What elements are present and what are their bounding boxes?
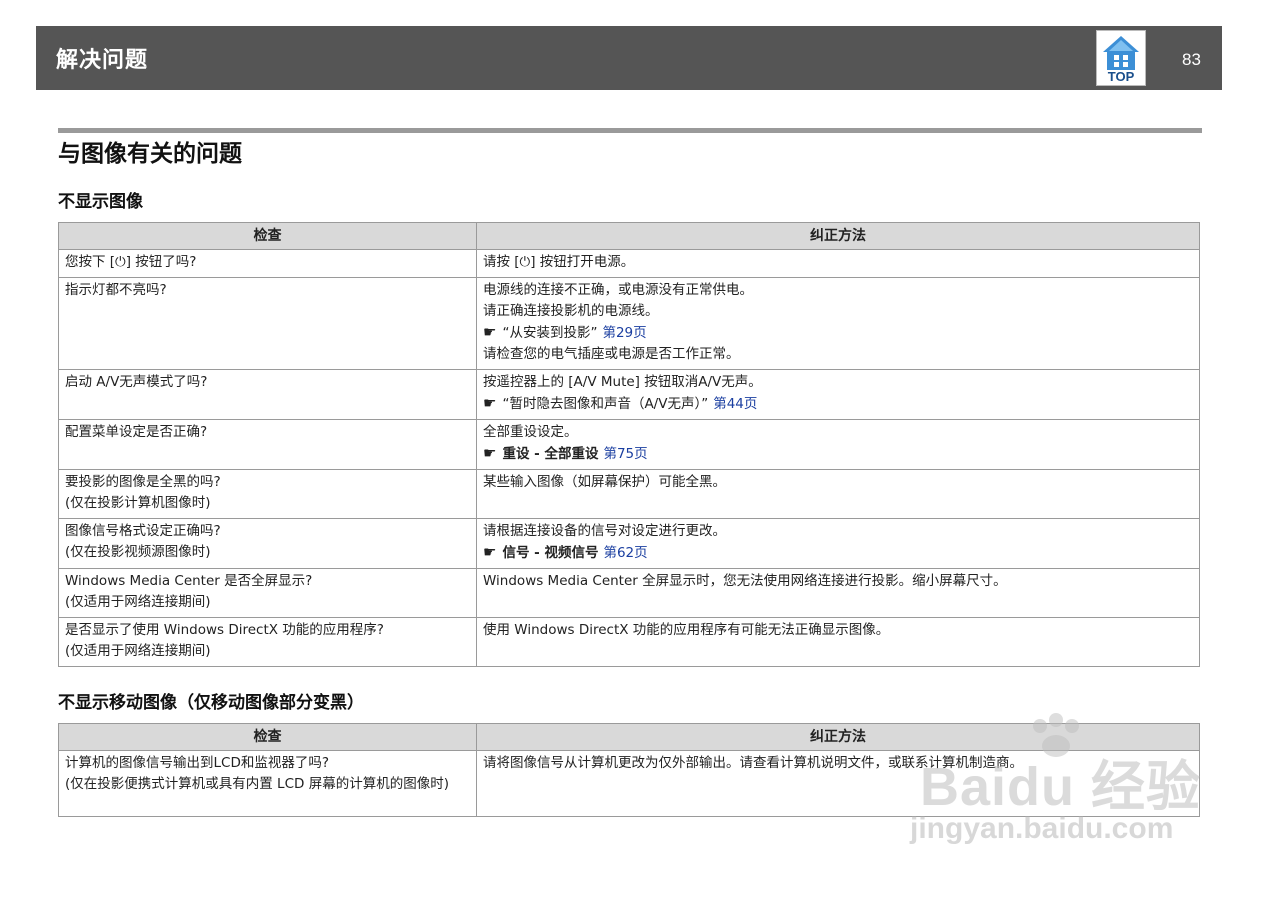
check-cell: 计算机的图像信号输出到LCD和监视器了吗? (仅在投影便携式计算机或具有内置 L… (58, 750, 477, 817)
table-row: 启动 A/V无声模式了吗? 按遥控器上的 [A/V Mute] 按钮取消A/V无… (58, 369, 1200, 420)
fix-cell: Windows Media Center 全屏显示时，您无法使用网络连接进行投影… (476, 568, 1200, 618)
page-link[interactable]: 第75页 (603, 446, 647, 462)
fix-cell: 电源线的连接不正确，或电源没有正常供电。 请正确连接投影机的电源线。 ☛ “从安装… (476, 277, 1200, 370)
check-cell: 配置菜单设定是否正确? (58, 419, 477, 470)
table-row: 指示灯都不亮吗? 电源线的连接不正确，或电源没有正常供电。 请正确连接投影机的电… (58, 277, 1200, 370)
troubleshoot-table-no-moving-image: 检查 纠正方法 计算机的图像信号输出到LCD和监视器了吗? (仅在投影便携式计算… (58, 723, 1200, 817)
check-text: 要投影的图像是全黑的吗? (65, 474, 221, 490)
check-text: 启动 A/V无声模式了吗? (65, 374, 208, 390)
check-note: (仅在投影视频源图像时) (65, 544, 211, 560)
page-link[interactable]: 第44页 (713, 396, 757, 412)
top-label: TOP (1107, 69, 1135, 84)
page-header: 解决问题 TOP 83 (36, 26, 1222, 90)
check-cell: 启动 A/V无声模式了吗? (58, 369, 477, 420)
check-note: (仅在投影计算机图像时) (65, 495, 211, 511)
check-text: 您按下 [⏻] 按钮了吗? (65, 254, 197, 270)
fix-text: 请将图像信号从计算机更改为仅外部输出。请查看计算机说明文件，或联系计算机制造商。 (483, 755, 1023, 771)
watermark-url: jingyan.baidu.com (910, 812, 1174, 845)
reference-text: 重设 - 全部重设 (502, 446, 599, 462)
reference-text: “从安装到投影” (502, 325, 598, 341)
column-header-check: 检查 (58, 723, 477, 751)
page-link[interactable]: 第62页 (603, 545, 647, 561)
reference-text: “暂时隐去图像和声音（A/V无声）” (502, 396, 709, 412)
fix-cell: 请根据连接设备的信号对设定进行更改。 ☛ 信号 - 视频信号 第62页 (476, 518, 1200, 569)
fix-text: 请按 [⏻] 按钮打开电源。 (483, 254, 635, 270)
table-header-row: 检查 纠正方法 (58, 723, 1200, 751)
check-text: 指示灯都不亮吗? (65, 282, 167, 298)
table-row: 要投影的图像是全黑的吗? (仅在投影计算机图像时) 某些输入图像（如屏幕保护）可… (58, 469, 1200, 519)
table-row: 配置菜单设定是否正确? 全部重设设定。 ☛ 重设 - 全部重设 第75页 (58, 419, 1200, 470)
check-text: 图像信号格式设定正确吗? (65, 523, 221, 539)
check-text: 计算机的图像信号输出到LCD和监视器了吗? (65, 755, 330, 771)
fix-text: 请检查您的电气插座或电源是否工作正常。 (483, 346, 740, 362)
column-header-fix: 纠正方法 (476, 222, 1200, 250)
check-note: (仅适用于网络连接期间) (65, 643, 211, 659)
reference-text: 信号 - 视频信号 (502, 545, 599, 561)
pointing-hand-icon: ☛ (483, 394, 497, 412)
fix-text: 按遥控器上的 [A/V Mute] 按钮取消A/V无声。 (483, 374, 762, 390)
fix-text: Windows Media Center 全屏显示时，您无法使用网络连接进行投影… (483, 573, 1007, 589)
fix-cell: 使用 Windows DirectX 功能的应用程序有可能无法正确显示图像。 (476, 617, 1200, 667)
page-number: 83 (1182, 50, 1201, 69)
check-cell: 是否显示了使用 Windows DirectX 功能的应用程序? (仅适用于网络… (58, 617, 477, 667)
pointing-hand-icon: ☛ (483, 444, 497, 462)
page-link[interactable]: 第29页 (602, 325, 646, 341)
check-note: (仅适用于网络连接期间) (65, 594, 211, 610)
check-note: (仅在投影便携式计算机或具有内置 LCD 屏幕的计算机的图像时) (65, 776, 449, 792)
subheading-no-moving-image: 不显示移动图像（仅移动图像部分变黑） (58, 693, 364, 713)
section-rule (58, 128, 1202, 133)
column-header-check: 检查 (58, 222, 477, 250)
fix-text: 电源线的连接不正确，或电源没有正常供电。 (483, 282, 753, 298)
fix-cell: 请将图像信号从计算机更改为仅外部输出。请查看计算机说明文件，或联系计算机制造商。 (476, 750, 1200, 817)
table-row: 是否显示了使用 Windows DirectX 功能的应用程序? (仅适用于网络… (58, 617, 1200, 667)
troubleshoot-table-no-image: 检查 纠正方法 您按下 [⏻] 按钮了吗? 请按 [⏻] 按钮打开电源。 指示灯… (58, 222, 1200, 667)
chapter-title: 解决问题 (56, 48, 149, 73)
check-cell: 您按下 [⏻] 按钮了吗? (58, 249, 477, 278)
table-row: 您按下 [⏻] 按钮了吗? 请按 [⏻] 按钮打开电源。 (58, 249, 1200, 278)
fix-text: 请正确连接投影机的电源线。 (483, 303, 659, 319)
check-cell: Windows Media Center 是否全屏显示? (仅适用于网络连接期间… (58, 568, 477, 618)
fix-text: 全部重设设定。 (483, 424, 578, 440)
table-row: 图像信号格式设定正确吗? (仅在投影视频源图像时) 请根据连接设备的信号对设定进… (58, 518, 1200, 569)
fix-cell: 按遥控器上的 [A/V Mute] 按钮取消A/V无声。 ☛ “暂时隐去图像和声音… (476, 369, 1200, 420)
fix-cell: 全部重设设定。 ☛ 重设 - 全部重设 第75页 (476, 419, 1200, 470)
fix-text: 使用 Windows DirectX 功能的应用程序有可能无法正确显示图像。 (483, 622, 890, 638)
fix-text: 某些输入图像（如屏幕保护）可能全黑。 (483, 474, 726, 490)
section-title: 与图像有关的问题 (58, 141, 242, 167)
check-cell: 要投影的图像是全黑的吗? (仅在投影计算机图像时) (58, 469, 477, 519)
cross-reference: ☛ 重设 - 全部重设 第75页 (483, 443, 1193, 465)
fix-cell: 某些输入图像（如屏幕保护）可能全黑。 (476, 469, 1200, 519)
table-row: Windows Media Center 是否全屏显示? (仅适用于网络连接期间… (58, 568, 1200, 618)
table-row: 计算机的图像信号输出到LCD和监视器了吗? (仅在投影便携式计算机或具有内置 L… (58, 750, 1200, 817)
cross-reference: ☛ “暂时隐去图像和声音（A/V无声）” 第44页 (483, 393, 1193, 415)
check-text: 配置菜单设定是否正确? (65, 424, 208, 440)
pointing-hand-icon: ☛ (483, 543, 497, 561)
column-header-fix: 纠正方法 (476, 723, 1200, 751)
table-header-row: 检查 纠正方法 (58, 222, 1200, 250)
house-icon (1103, 36, 1139, 70)
check-cell: 指示灯都不亮吗? (58, 277, 477, 370)
cross-reference: ☛ “从安装到投影” 第29页 (483, 322, 1193, 344)
cross-reference: ☛ 信号 - 视频信号 第62页 (483, 542, 1193, 564)
pointing-hand-icon: ☛ (483, 323, 497, 341)
fix-text: 请根据连接设备的信号对设定进行更改。 (483, 523, 726, 539)
subheading-no-image: 不显示图像 (58, 192, 143, 212)
check-text: Windows Media Center 是否全屏显示? (65, 573, 313, 589)
check-text: 是否显示了使用 Windows DirectX 功能的应用程序? (65, 622, 384, 638)
fix-cell: 请按 [⏻] 按钮打开电源。 (476, 249, 1200, 278)
top-button[interactable]: TOP (1096, 30, 1146, 86)
check-cell: 图像信号格式设定正确吗? (仅在投影视频源图像时) (58, 518, 477, 569)
